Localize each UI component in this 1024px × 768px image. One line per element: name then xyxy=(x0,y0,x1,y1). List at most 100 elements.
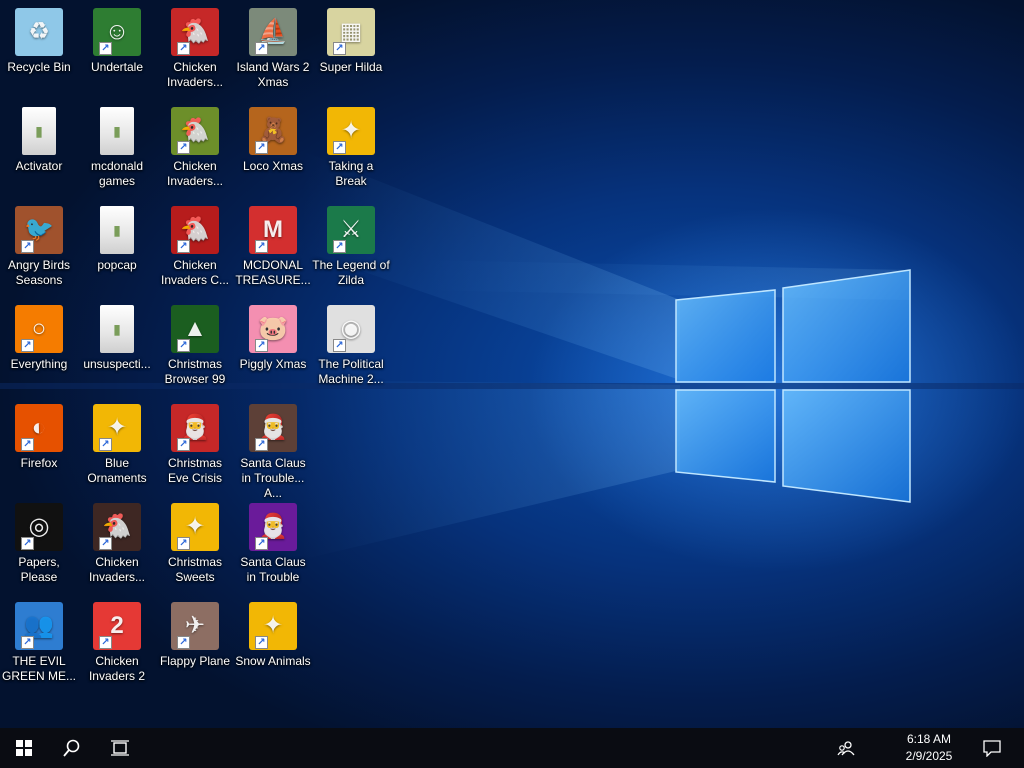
shortcut-arrow-icon: ↗ xyxy=(177,141,190,154)
desktop-icon[interactable]: ⚔ ↗ The Legend of Zilda xyxy=(312,200,390,296)
desktop-icon[interactable]: 🐷 ↗ Piggly Xmas xyxy=(234,299,312,395)
desktop-icon[interactable]: M ↗ MCDONAL TREASURE... xyxy=(234,200,312,296)
shortcut-arrow-icon: ↗ xyxy=(21,537,34,550)
people-icon xyxy=(837,741,855,756)
desktop-icon-label: Chicken Invaders... xyxy=(166,159,224,188)
desktop-icon[interactable]: ✦ ↗ Taking a Break xyxy=(312,101,390,197)
desktop-icon[interactable]: 🐔 ↗ Chicken Invaders... xyxy=(156,101,234,197)
icon-glyph: 🐔 xyxy=(180,216,210,243)
desktop-icon-label: MCDONAL TREASURE... xyxy=(235,258,311,287)
search-magnifier-icon: ○ ↗ xyxy=(15,305,63,353)
shortcut-arrow-icon: ↗ xyxy=(21,339,34,352)
desktop-icon[interactable]: ▮ popcap xyxy=(78,200,156,296)
desktop-icon-label: Blue Ornaments xyxy=(87,456,147,485)
shortcut-arrow-icon: ↗ xyxy=(255,42,268,55)
desktop-icon[interactable]: 🎅 ↗ Christmas Eve Crisis xyxy=(156,398,234,494)
system-clock[interactable]: 6:18 AM 2/9/2025 xyxy=(894,731,964,765)
icon-glyph: 2 xyxy=(110,612,124,639)
desktop-icon-label: Christmas Browser 99 xyxy=(164,357,226,386)
santa-icon: 🎅 ↗ xyxy=(171,404,219,452)
christmas-tree-icon: ▲ ↗ xyxy=(171,305,219,353)
desktop-icon-label: THE EVIL GREEN ME... xyxy=(1,654,76,683)
desktop-icon[interactable]: 🧸 ↗ Loco Xmas xyxy=(234,101,312,197)
firefox-icon: ◐ ↗ xyxy=(15,404,63,452)
task-view-button[interactable] xyxy=(96,728,144,768)
icon-glyph: ✦ xyxy=(184,513,206,540)
desktop-icon[interactable]: ♻ Recycle Bin xyxy=(0,2,78,98)
desktop-icon-label: Everything xyxy=(10,357,68,371)
desktop-icon[interactable]: 👥 ↗ THE EVIL GREEN ME... xyxy=(0,596,78,692)
icon-glyph: ✦ xyxy=(106,414,128,441)
desktop-icon[interactable]: ⛵ ↗ Island Wars 2 Xmas xyxy=(234,2,312,98)
desktop-icon-label: unsuspecti... xyxy=(83,357,151,371)
desktop-icon-label: Angry Birds Seasons xyxy=(7,258,71,287)
desktop-icon[interactable]: 🐦 ↗ Angry Birds Seasons xyxy=(0,200,78,296)
start-button[interactable] xyxy=(0,728,48,768)
icon-glyph: ○ xyxy=(31,315,47,342)
desktop-icon[interactable]: ✦ ↗ Snow Animals xyxy=(234,596,312,692)
task-view-icon xyxy=(111,740,129,756)
icon-glyph: 🧸 xyxy=(258,117,288,144)
icon-glyph: ✈ xyxy=(184,612,206,639)
desktop-icon[interactable]: ☺ ↗ Undertale xyxy=(78,2,156,98)
santa-icon: 🎅 ↗ xyxy=(249,503,297,551)
desktop-icon[interactable]: ▦ ↗ Super Hilda xyxy=(312,2,390,98)
shortcut-arrow-icon: ↗ xyxy=(255,141,268,154)
icon-glyph: ▮ xyxy=(113,321,121,337)
desktop-icon[interactable]: ▲ ↗ Christmas Browser 99 xyxy=(156,299,234,395)
desktop-icon-label: Super Hilda xyxy=(319,60,383,74)
desktop-icon-label: Undertale xyxy=(90,60,144,74)
desktop-icon[interactable]: ▮ Activator xyxy=(0,101,78,197)
desktop-icon[interactable]: 2 ↗ Chicken Invaders 2 xyxy=(78,596,156,692)
desktop-icon[interactable]: ✦ ↗ Blue Ornaments xyxy=(78,398,156,494)
shortcut-arrow-icon: ↗ xyxy=(21,438,34,451)
chicken-invaders-icon: 🐔 ↗ xyxy=(171,8,219,56)
desktop-icon-label: mcdonald games xyxy=(90,159,144,188)
desktop-icon[interactable]: 🐔 ↗ Chicken Invaders... xyxy=(156,2,234,98)
shortcut-arrow-icon: ↗ xyxy=(255,636,268,649)
shortcut-arrow-icon: ↗ xyxy=(21,636,34,649)
shortcut-arrow-icon: ↗ xyxy=(99,537,112,550)
desktop-icon[interactable]: ◉ ↗ The Political Machine 2... xyxy=(312,299,390,395)
icon-glyph: ♻ xyxy=(28,18,50,45)
search-button[interactable] xyxy=(48,728,96,768)
desktop-icon[interactable]: ▮ unsuspecti... xyxy=(78,299,156,395)
shortcut-arrow-icon: ↗ xyxy=(99,636,112,649)
shortcut-arrow-icon: ↗ xyxy=(255,339,268,352)
desktop-icon-label: Taking a Break xyxy=(328,159,374,188)
legend-zilda-icon: ⚔ ↗ xyxy=(327,206,375,254)
desktop-icon[interactable]: ✈ ↗ Flappy Plane xyxy=(156,596,234,692)
desktop-icon[interactable]: 🐔 ↗ Chicken Invaders C... xyxy=(156,200,234,296)
icon-glyph: ▮ xyxy=(113,123,121,139)
desktop-icon[interactable]: 🎅 ↗ Santa Claus in Trouble... A... xyxy=(234,398,312,500)
icon-glyph: M xyxy=(263,216,283,243)
angry-birds-icon: 🐦 ↗ xyxy=(15,206,63,254)
desktop-icon[interactable]: ◐ ↗ Firefox xyxy=(0,398,78,494)
flappy-plane-icon: ✈ ↗ xyxy=(171,602,219,650)
desktop-icon[interactable]: ▮ mcdonald games xyxy=(78,101,156,197)
desktop-icon-label: Piggly Xmas xyxy=(239,357,307,371)
action-center-button[interactable] xyxy=(972,728,1012,768)
icon-glyph: ⛵ xyxy=(258,18,288,45)
shortcut-arrow-icon: ↗ xyxy=(333,240,346,253)
icon-glyph: ☺ xyxy=(104,18,130,45)
chicken-invaders-icon: 🐔 ↗ xyxy=(93,503,141,551)
desktop-icon[interactable]: ○ ↗ Everything xyxy=(0,299,78,395)
desktop-icon[interactable]: 🐔 ↗ Chicken Invaders... xyxy=(78,497,156,593)
clock-time: 6:18 AM xyxy=(906,732,952,746)
shortcut-arrow-icon: ↗ xyxy=(21,240,34,253)
icon-glyph: ▦ xyxy=(339,18,363,45)
super-hilda-icon: ▦ ↗ xyxy=(327,8,375,56)
desktop-icon-label: Christmas Eve Crisis xyxy=(167,456,222,485)
desktop-icon-label: Chicken Invaders C... xyxy=(160,258,230,287)
icon-glyph: 🐔 xyxy=(102,513,132,540)
people-button[interactable] xyxy=(826,728,866,768)
desktop-icon[interactable]: ◎ ↗ Papers, Please xyxy=(0,497,78,593)
icon-glyph: 🎅 xyxy=(258,414,288,441)
shortcut-arrow-icon: ↗ xyxy=(177,537,190,550)
folder-icon: ▮ xyxy=(100,305,134,353)
desktop-icon-label: Papers, Please xyxy=(18,555,60,584)
desktop-icon[interactable]: ✦ ↗ Christmas Sweets xyxy=(156,497,234,593)
desktop-icon[interactable]: 🎅 ↗ Santa Claus in Trouble xyxy=(234,497,312,593)
desktop-icon-label: Christmas Sweets xyxy=(167,555,222,584)
